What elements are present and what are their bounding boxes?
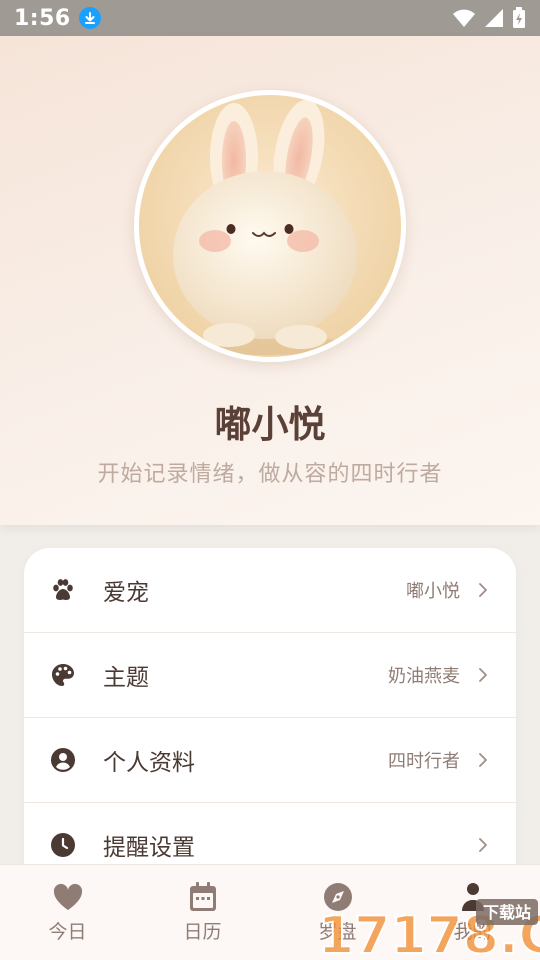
- user-motto: 开始记录情绪，做从容的四时行者: [97, 462, 443, 487]
- menu-item-profile[interactable]: 个人资料 四时行者: [24, 718, 516, 803]
- nav-label: 今日: [48, 921, 87, 943]
- nav-tab-today[interactable]: 今日: [0, 865, 135, 960]
- chevron-right-icon: [476, 583, 490, 597]
- menu-label: 个人资料: [103, 750, 195, 776]
- heart-icon: [52, 881, 84, 913]
- menu-value: 嘟小悦: [406, 581, 460, 602]
- palette-icon: [50, 662, 76, 688]
- clock-icon: [50, 832, 76, 858]
- chevron-right-icon: [476, 838, 490, 852]
- nav-label: 罗盘: [318, 921, 357, 943]
- status-time: 1:56: [14, 5, 71, 31]
- battery-icon: [513, 7, 525, 28]
- nav-label: 我的: [453, 921, 492, 943]
- bottom-nav: 今日 日历 罗盘 我的: [0, 864, 540, 960]
- chevron-right-icon: [476, 753, 490, 767]
- wifi-icon: [453, 9, 475, 27]
- user-name: 嘟小悦: [214, 403, 326, 446]
- account-circle-icon: [50, 747, 76, 773]
- nav-tab-mine[interactable]: 我的: [405, 865, 540, 960]
- menu-value: 四时行者: [388, 751, 460, 772]
- status-icons: [452, 7, 526, 29]
- settings-menu: 爱宠 嘟小悦 主题 奶油燕麦 个人资料 四时行者 提醒设置: [24, 548, 516, 908]
- nav-tab-compass[interactable]: 罗盘: [270, 865, 405, 960]
- nav-tab-calendar[interactable]: 日历: [135, 865, 270, 960]
- nav-label: 日历: [183, 921, 222, 943]
- signal-icon: [485, 9, 503, 27]
- menu-label: 爱宠: [103, 580, 149, 606]
- menu-item-theme[interactable]: 主题 奶油燕麦: [24, 633, 516, 718]
- profile-header: 嘟小悦 开始记录情绪，做从容的四时行者: [0, 36, 540, 525]
- download-icon: [78, 7, 101, 29]
- menu-item-pet[interactable]: 爱宠 嘟小悦: [24, 548, 516, 633]
- status-bar: 1:56: [0, 0, 540, 36]
- chevron-right-icon: [476, 668, 490, 682]
- menu-value: 奶油燕麦: [388, 666, 460, 687]
- compass-icon: [322, 881, 354, 913]
- avatar[interactable]: [134, 90, 406, 362]
- bunny-avatar-image: [173, 99, 357, 355]
- menu-label: 提醒设置: [103, 835, 195, 861]
- person-icon: [457, 881, 489, 913]
- menu-label: 主题: [103, 665, 149, 691]
- paw-icon: [50, 577, 76, 603]
- calendar-icon: [187, 881, 219, 913]
